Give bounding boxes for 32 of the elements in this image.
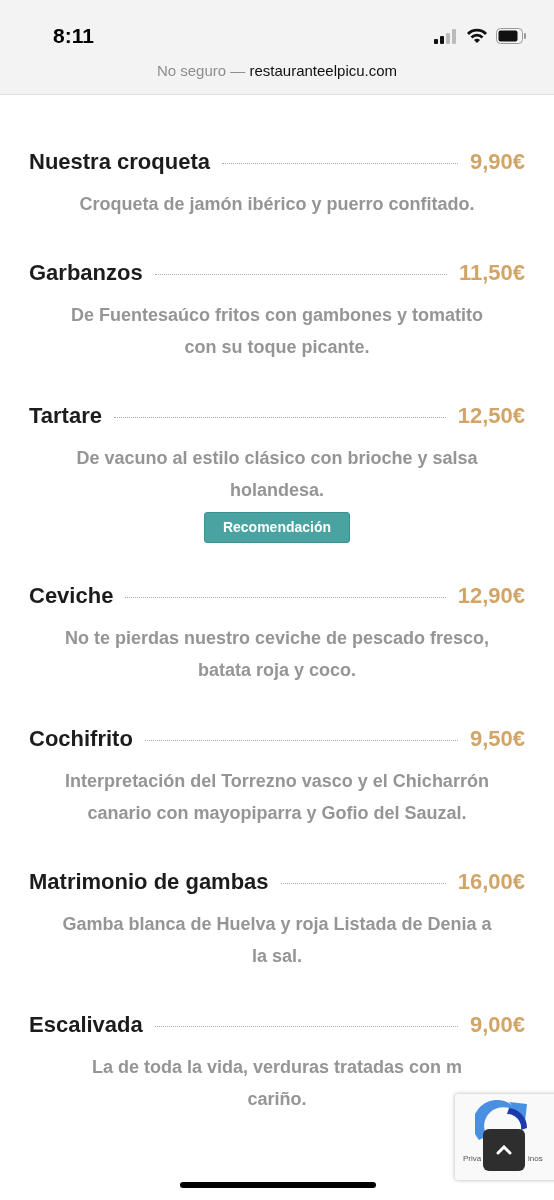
- dish-price: 12,50€: [457, 402, 525, 430]
- dish-description: Croqueta de jamón ibérico y puerro confitado.: [78, 193, 476, 216]
- dish-name: Escalivada: [29, 1011, 143, 1039]
- signal-icon: [434, 28, 458, 44]
- dish-name: Matrimonio de gambas: [29, 868, 269, 896]
- dish-description: De vacuno al estilo clásico con brioche y salsa holandesa.: [75, 447, 479, 502]
- dish-price: 12,90€: [457, 582, 525, 610]
- dish-price: 16,00€: [457, 868, 525, 896]
- scroll-top-button[interactable]: [483, 1129, 525, 1171]
- dish-description: Gamba blanca de Huelva y roja Listada de Denia a la sal.: [61, 913, 493, 968]
- dish-price: 9,50€: [469, 725, 525, 753]
- dish-price: 9,00€: [469, 1011, 525, 1039]
- dish-description: De Fuentesaúco fritos con gambones y tomatito con su toque picante.: [69, 304, 485, 359]
- privacy-link[interactable]: Priva: [463, 1153, 482, 1165]
- recommendation-tag: Recomendación: [203, 512, 351, 543]
- dish-price: 11,50€: [458, 259, 525, 287]
- status-time: 8:11: [53, 23, 94, 50]
- terms-link[interactable]: inos: [528, 1153, 543, 1165]
- dish-price: 9,90€: [469, 148, 525, 176]
- dish-description: Interpretación del Torrezno vasco y el Chicharrón canario con mayopiparra y Gofio del Sauzal.: [64, 770, 490, 825]
- chevron-up-icon: [496, 1145, 512, 1155]
- wifi-icon: [466, 28, 488, 44]
- url-text[interactable]: restauranteelpicu.com: [249, 62, 398, 79]
- dish-description: La de toda la vida, verduras tratadas con m cariño.: [90, 1056, 464, 1111]
- dish-name: Nuestra croqueta: [29, 148, 210, 176]
- dish-name: Cochifrito: [29, 725, 133, 753]
- dish-description: No te pierdas nuestro ceviche de pescado fresco, batata roja y coco.: [63, 627, 491, 682]
- battery-icon: [496, 28, 526, 44]
- security-label: No seguro —: [156, 62, 246, 79]
- dish-name: Garbanzos: [29, 259, 143, 287]
- dish-name: Ceviche: [29, 582, 114, 610]
- dish-name: Tartare: [29, 402, 102, 430]
